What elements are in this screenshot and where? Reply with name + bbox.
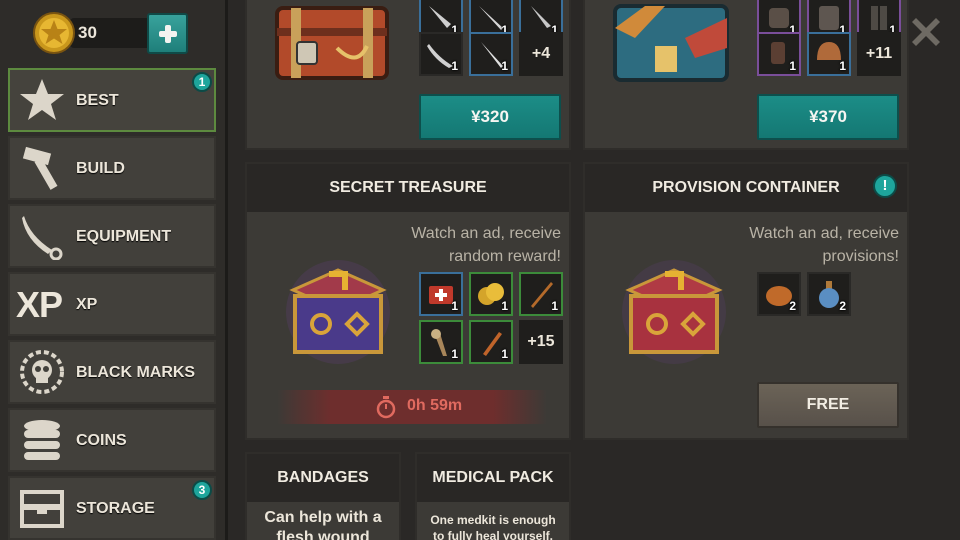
sidebar-item-label: EQUIPMENT: [76, 228, 172, 245]
notification-badge: 3: [192, 480, 212, 500]
sidebar-item-build[interactable]: BUILD: [8, 136, 216, 200]
star-icon: [20, 79, 64, 120]
reward-slot[interactable]: 1: [469, 32, 513, 76]
timer-value: 0h 59m: [407, 397, 463, 414]
sidebar-item-xp[interactable]: XP XP: [8, 272, 216, 336]
reward-slot[interactable]: 2: [807, 272, 851, 316]
item-count: 1: [451, 299, 458, 313]
mystery-chest-icon: [286, 260, 390, 364]
stopwatch-icon: [376, 396, 396, 419]
description-line: Watch an ad, receive: [749, 225, 899, 242]
sidebar-item-label: BEST: [76, 92, 119, 109]
coin-count: 30: [78, 23, 97, 42]
item-count: 1: [551, 299, 558, 313]
description-line: to fully heal yourself.: [432, 529, 554, 540]
sidebar-item-label: COINS: [76, 432, 127, 449]
reward-slot[interactable]: 1: [519, 272, 563, 316]
sidebar-item-equipment[interactable]: EQUIPMENT: [8, 204, 216, 268]
more-items-count: +4: [519, 32, 563, 76]
item-count: 1: [451, 347, 458, 361]
offer-panel-armor: 1 1 1 1 1 +11 ¥370: [583, 0, 909, 150]
sidebar-item-label: BUILD: [76, 160, 125, 177]
reward-slot[interactable]: 1: [469, 320, 513, 364]
sidebar-item-coins[interactable]: COINS: [8, 408, 216, 472]
panel-title: BANDAGES: [247, 454, 399, 502]
reward-slot[interactable]: 1: [807, 32, 851, 76]
reward-slot[interactable]: 1: [757, 32, 801, 76]
skull-gear-icon: [20, 350, 64, 394]
item-count: 1: [501, 59, 508, 73]
sidebar-item-black-marks[interactable]: BLACK MARKS: [8, 340, 216, 404]
chest-icon: [20, 490, 64, 528]
reward-slot[interactable]: 1: [419, 320, 463, 364]
item-count: 1: [839, 59, 846, 73]
shop-sidebar: 30 BEST 1 BUILD EQUIPMENT XP XP BLACK MA…: [0, 0, 228, 540]
sidebar-item-label: BLACK MARKS: [76, 364, 196, 381]
description-line: Can help with a: [264, 509, 382, 526]
treasure-chest-icon: [275, 6, 389, 80]
description-line: flesh wound: [276, 529, 370, 540]
buy-button[interactable]: ¥320: [419, 94, 561, 140]
add-coins-button[interactable]: [147, 13, 188, 54]
offer-panel-weapons: 1 1 1 1 1 +4 ¥320: [245, 0, 571, 150]
reward-slot[interactable]: 2: [757, 272, 801, 316]
item-count: 1: [451, 59, 458, 73]
free-claim-button[interactable]: FREE: [757, 382, 899, 428]
xp-icon: XP: [16, 284, 63, 325]
sidebar-item-label: STORAGE: [76, 500, 155, 517]
offer-description: One medkit is enough to fully heal yours…: [425, 512, 561, 540]
item-count: 2: [839, 299, 846, 313]
bandages-panel[interactable]: BANDAGES Can help with a flesh wound: [245, 452, 401, 540]
reward-slot[interactable]: 1: [419, 32, 463, 76]
panel-title: SECRET TREASURE: [247, 164, 569, 212]
info-icon[interactable]: !: [873, 174, 897, 198]
ad-cooldown-timer: 0h 59m: [277, 390, 547, 424]
hammer-icon: [22, 146, 58, 190]
secret-treasure-panel: SECRET TREASURE Watch an ad, receive ran…: [245, 162, 571, 440]
item-count: 1: [501, 299, 508, 313]
close-icon[interactable]: [906, 12, 946, 52]
panel-title: MEDICAL PACK: [417, 454, 569, 502]
sidebar-item-storage[interactable]: STORAGE 3: [8, 476, 216, 540]
more-items-count: +15: [519, 320, 563, 364]
item-count: 2: [789, 299, 796, 313]
item-count: 1: [501, 347, 508, 361]
description-line: One medkit is enough: [430, 513, 556, 527]
offer-description: Can help with a flesh wound: [255, 508, 391, 540]
coin-stack-icon: [24, 420, 60, 460]
treasure-chest-icon: [613, 4, 729, 82]
reward-slot[interactable]: 1: [419, 272, 463, 316]
item-count: 1: [789, 59, 796, 73]
reward-slot[interactable]: 1: [469, 272, 513, 316]
sidebar-item-best[interactable]: BEST 1: [8, 68, 216, 132]
saber-icon: [22, 216, 63, 260]
medical-pack-panel[interactable]: MEDICAL PACK One medkit is enough to ful…: [415, 452, 571, 540]
panel-title: PROVISION CONTAINER: [585, 164, 907, 212]
sidebar-item-label: XP: [76, 296, 98, 313]
provision-container-panel: PROVISION CONTAINER ! Watch an ad, recei…: [583, 162, 909, 440]
coin-balance: 30: [30, 10, 190, 58]
gold-coin-icon: [33, 12, 75, 54]
mystery-chest-icon: [622, 260, 726, 364]
buy-button[interactable]: ¥370: [757, 94, 899, 140]
more-items-count: +11: [857, 32, 901, 76]
description-line: Watch an ad, receive: [411, 225, 561, 242]
notification-badge: 1: [192, 72, 212, 92]
